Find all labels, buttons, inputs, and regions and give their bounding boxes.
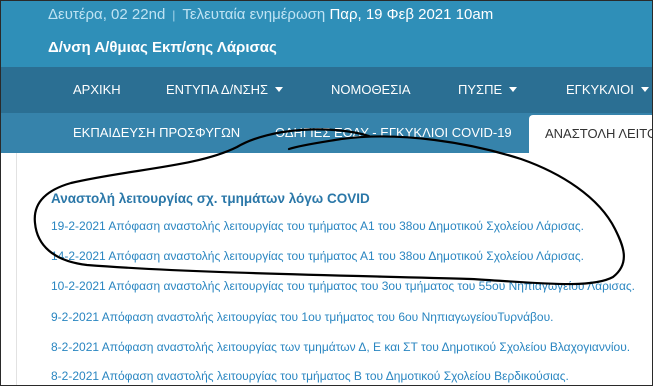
site-title[interactable]: Δ/νση Α/θμιας Εκπ/σης Λάρισας	[48, 39, 277, 56]
nav-item-forms[interactable]: ΕΝΤΥΠΑ Δ/ΝΣΗΣ	[166, 67, 284, 113]
date-separator: |	[172, 8, 176, 22]
chevron-down-icon	[640, 87, 649, 93]
tab-label: ΟΔΗΓΙΕΣ ΕΟΔΥ - ΕΓΚΥΚΛΙΟΙ COVID-19	[275, 125, 512, 140]
news-link[interactable]: 8-2-2021 Απόφαση αναστολής λειτουργίας τ…	[51, 369, 569, 383]
news-link[interactable]: 10-2-2021 Απόφαση αναστολής λειτουργίας …	[51, 279, 635, 293]
tab-label: ΕΚΠΑΙΔΕΥΣΗ ΠΡΟΣΦΥΓΩΝ	[73, 125, 241, 140]
news-link[interactable]: 8-2-2021 Απόφαση αναστολής λειτουργίας τ…	[51, 340, 630, 354]
nav-item-label: ΠΥΣΠΕ	[458, 82, 503, 97]
tab-suspension-active[interactable]: ΑΝΑΣΤΟΛΗ ΛΕΙΤΟΥΡΓΙΑΣ	[529, 115, 653, 153]
news-link[interactable]: 14-2-2021 Απόφαση αναστολής λειτουργίας …	[51, 249, 584, 263]
last-update-value: Παρ, 19 Φεβ 2021 10am	[329, 6, 494, 23]
current-date: Δευτέρα, 02 22nd	[48, 6, 166, 23]
nav-item-home[interactable]: ΑΡΧΙΚΗ	[73, 67, 121, 113]
chevron-down-icon	[275, 87, 284, 93]
sub-navigation: ΕΚΠΑΙΔΕΥΣΗ ΠΡΟΣΦΥΓΩΝ ΟΔΗΓΙΕΣ ΕΟΔΥ - ΕΓΚΥ…	[1, 113, 652, 153]
section-heading: Αναστολή λειτουργίας σχ. τμημάτων λόγω C…	[51, 191, 370, 206]
tab-refugee-education[interactable]: ΕΚΠΑΙΔΕΥΣΗ ΠΡΟΣΦΥΓΩΝ	[73, 113, 240, 153]
top-info-bar: Δευτέρα, 02 22nd | Τελευταία ενημέρωση Παρ…	[1, 1, 652, 67]
nav-item-circulars[interactable]: ΕΓΚΥΚΛΙΟΙ	[566, 67, 649, 113]
main-navigation: ΑΡΧΙΚΗ ΕΝΤΥΠΑ Δ/ΝΣΗΣ ΝΟΜΟΘΕΣΙΑ ΠΥΣΠΕ ΕΓΚ…	[1, 67, 652, 113]
nav-item-label: ΝΟΜΟΘΕΣΙΑ	[331, 82, 411, 97]
tab-eody-covid-circulars[interactable]: ΟΔΗΓΙΕΣ ΕΟΔΥ - ΕΓΚΥΚΛΙΟΙ COVID-19	[275, 113, 512, 153]
date-line: Δευτέρα, 02 22nd | Τελευταία ενημέρωση Παρ…	[48, 6, 493, 23]
nav-item-label: ΑΡΧΙΚΗ	[73, 82, 121, 97]
nav-item-pyspe[interactable]: ΠΥΣΠΕ	[458, 67, 518, 113]
nav-item-legislation[interactable]: ΝΟΜΟΘΕΣΙΑ	[331, 67, 411, 113]
chevron-down-icon	[509, 87, 518, 93]
last-update-label: Τελευταία ενημέρωση	[182, 6, 326, 23]
nav-item-label: ΕΓΚΥΚΛΙΟΙ	[566, 82, 634, 97]
browser-viewport: Δευτέρα, 02 22nd | Τελευταία ενημέρωση Παρ…	[0, 0, 653, 386]
news-link[interactable]: 9-2-2021 Απόφαση αναστολής λειτουργίας τ…	[51, 310, 554, 324]
tab-label: ΑΝΑΣΤΟΛΗ ΛΕΙΤΟΥΡΓΙΑΣ	[545, 126, 653, 141]
news-link[interactable]: 19-2-2021 Απόφαση αναστολής λειτουργίας …	[51, 219, 584, 233]
nav-item-label: ΕΝΤΥΠΑ Δ/ΝΣΗΣ	[166, 82, 269, 97]
